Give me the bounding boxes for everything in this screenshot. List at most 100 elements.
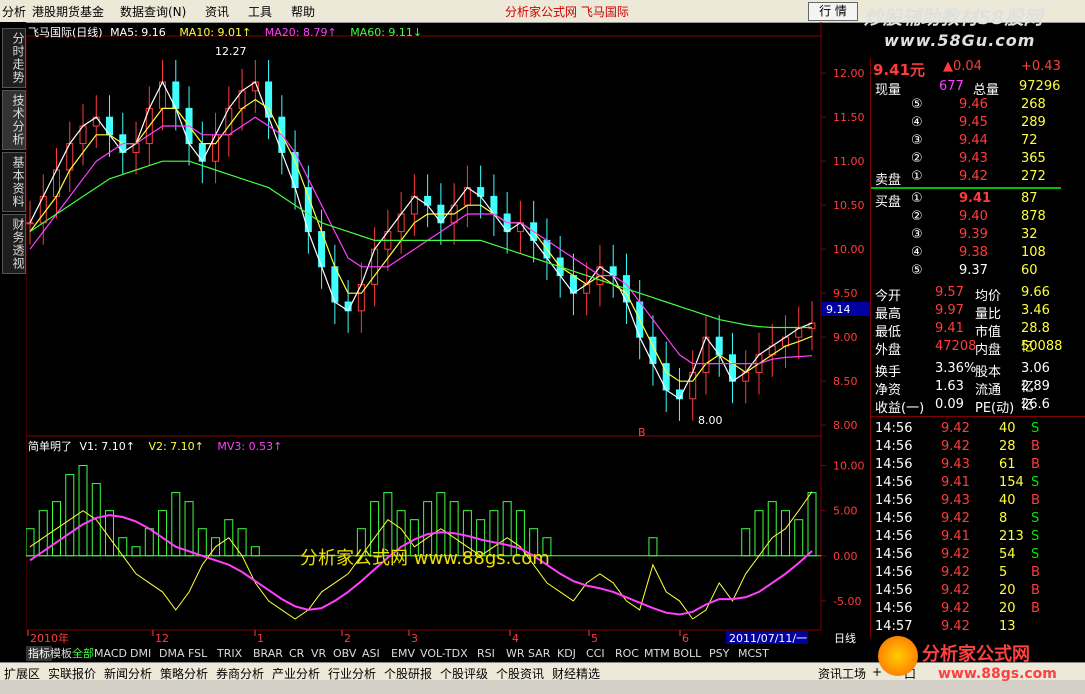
watermark-top-line2: www.58Gu.com bbox=[884, 31, 1036, 50]
indicator-tab[interactable]: CCI bbox=[584, 646, 607, 661]
indicator-tab[interactable]: WR bbox=[504, 646, 527, 661]
menu-item-analysis[interactable]: 分析 bbox=[2, 3, 26, 20]
menu-item-data-query[interactable]: 数据查询(N) bbox=[120, 3, 186, 20]
tab-financials[interactable]: 财务透视 bbox=[2, 214, 26, 274]
legend-indicator-name: 简单明了 bbox=[28, 440, 72, 453]
menu-item-hk-futures[interactable]: 港股期货基金 bbox=[32, 3, 104, 20]
indicator-tab[interactable]: BOLL bbox=[671, 646, 703, 661]
sell-vol: 72 bbox=[1021, 133, 1038, 148]
indicator-tab[interactable]: MACD bbox=[92, 646, 129, 661]
indicator-tab[interactable]: CR bbox=[287, 646, 306, 661]
sell-level: ① bbox=[911, 169, 923, 184]
quote-row: 最低 9.41 市值 28.8亿 bbox=[871, 320, 1061, 355]
stat-value: 9.66 bbox=[1021, 285, 1050, 300]
buy-vol: 108 bbox=[1021, 245, 1046, 260]
chart-area[interactable]: 8.00 8.50 9.00 9.50 10.00 10.50 11.00 11.50 12.0… bbox=[26, 22, 870, 645]
quote-row: 14:56 9.43 61 B bbox=[871, 456, 1061, 474]
stat-label: 外盘 bbox=[875, 343, 902, 358]
tick-vol: 8 bbox=[999, 511, 1008, 526]
menu-item-news[interactable]: 资讯 bbox=[205, 3, 229, 20]
v1-bar bbox=[131, 546, 141, 557]
legend-stock-name: 飞马国际(日线) bbox=[28, 26, 103, 39]
quote-row: 14:56 9.42 54 S bbox=[871, 546, 1061, 564]
v1-bar bbox=[807, 492, 817, 557]
menu-item-help[interactable]: 帮助 bbox=[291, 3, 315, 20]
v1-bar bbox=[250, 546, 260, 557]
quote-row: ③ 9.44 72 bbox=[871, 132, 1061, 150]
stat-value: 3.36% bbox=[935, 361, 977, 376]
stat-value: 3.46 bbox=[1021, 303, 1050, 318]
tick-side: S bbox=[1031, 529, 1040, 544]
indicator-tab[interactable]: DMA bbox=[157, 646, 187, 661]
stat-value: 47208 bbox=[935, 339, 977, 354]
watermark-bottom-line2: www.88gs.com bbox=[938, 666, 1057, 682]
main-legend: 飞马国际(日线) MA5: 9.16 MA10: 9.01↑ MA20: 8.7… bbox=[28, 24, 422, 40]
quote-row: 14:56 9.42 8 S bbox=[871, 510, 1061, 528]
stat-label: PE(动) bbox=[975, 401, 1015, 416]
buy-vol: 878 bbox=[1021, 209, 1046, 224]
sell-level: ④ bbox=[911, 115, 923, 130]
buy-price: 9.37 bbox=[959, 263, 988, 278]
sub-chart-watermark: 分析家公式网 www.88gs.com bbox=[300, 548, 550, 569]
indicator-tab[interactable]: MCST bbox=[736, 646, 771, 661]
left-side-tabs: 分时走势 技术分析 基本资料 财务透视 bbox=[0, 22, 26, 650]
indicator-tab[interactable]: BRAR bbox=[251, 646, 285, 661]
indicator-tab[interactable]: TRIX bbox=[215, 646, 244, 661]
tick-price: 9.41 bbox=[941, 529, 970, 544]
sell-vol: 365 bbox=[1021, 151, 1046, 166]
quote-row: 9.41元 ▲0.04 +0.43 bbox=[871, 58, 1061, 79]
indicator-tab[interactable]: OBV bbox=[331, 646, 358, 661]
buy-vol: 60 bbox=[1021, 263, 1038, 278]
tick-time: 14:56 bbox=[875, 439, 913, 454]
sell-level: ② bbox=[911, 151, 923, 166]
indicator-tab[interactable]: ASI bbox=[360, 646, 382, 661]
date-tick-label: 4 bbox=[512, 632, 519, 645]
indicator-tab[interactable]: ROC bbox=[613, 646, 641, 661]
logo-flower-icon bbox=[878, 636, 918, 676]
period-label: 日线 bbox=[834, 631, 856, 645]
tick-side: S bbox=[1031, 475, 1040, 490]
indicator-tab[interactable]: SAR bbox=[526, 646, 552, 661]
tab-intraday[interactable]: 分时走势 bbox=[2, 28, 26, 88]
window-title: 分析家公式网 飞马国际 bbox=[505, 5, 629, 19]
tick-vol: 5 bbox=[999, 565, 1008, 580]
tick-price: 9.42 bbox=[941, 619, 970, 634]
bid-ask-separator bbox=[871, 187, 1061, 189]
tick-vol: 54 bbox=[999, 547, 1016, 562]
indicator-tab[interactable]: FSL bbox=[186, 646, 209, 661]
quote-button[interactable]: 行 情 bbox=[808, 2, 858, 21]
indicator-tab[interactable]: VR bbox=[309, 646, 328, 661]
tick-time: 14:56 bbox=[875, 475, 913, 490]
quote-row: 14:56 9.41 154 S bbox=[871, 474, 1061, 492]
price-tick-label: 10.50 bbox=[833, 199, 865, 212]
indicator-tab[interactable]: DMI bbox=[128, 646, 153, 661]
indicator-tab[interactable]: RSI bbox=[475, 646, 497, 661]
tab-fundamentals[interactable]: 基本资料 bbox=[2, 152, 26, 212]
quote-row: 14:56 9.42 20 B bbox=[871, 582, 1061, 600]
buy-level: ⑤ bbox=[911, 263, 923, 278]
indicator-tab[interactable]: MTM bbox=[642, 646, 672, 661]
tick-time: 14:56 bbox=[875, 457, 913, 472]
indicator-tab[interactable]: VOL-TDX bbox=[418, 646, 470, 661]
quote-row: 最高 9.97 量比 3.46 bbox=[871, 302, 1061, 322]
quote-row: ⑤ 9.37 60 bbox=[871, 262, 1061, 280]
date-tick-label: 1 bbox=[257, 632, 264, 645]
cursor-date-label: 2011/07/11/一 bbox=[729, 632, 807, 645]
v1-bar bbox=[65, 474, 75, 557]
indicator-tick-label: 10.00 bbox=[833, 460, 865, 473]
indicator-tab[interactable]: EMV bbox=[389, 646, 417, 661]
watermark-logo-top: 炒股辅助教材58股网 www.58Gu.com bbox=[864, 3, 1085, 60]
indicator-tab[interactable]: PSY bbox=[707, 646, 731, 661]
tick-separator bbox=[871, 416, 1085, 417]
tab-technical[interactable]: 技术分析 bbox=[2, 90, 26, 150]
watermark-bottom-line1: 分析家公式网 bbox=[922, 644, 1030, 665]
indicator-tab[interactable]: KDJ bbox=[555, 646, 578, 661]
stat-value: 50088 bbox=[1021, 339, 1063, 354]
tick-vol: 154 bbox=[999, 475, 1024, 490]
sub-legend: 简单明了 V1: 7.10↑ V2: 7.10↑ MV3: 0.53↑ bbox=[28, 438, 282, 454]
sell-price: 9.43 bbox=[959, 151, 988, 166]
v1-bar bbox=[197, 528, 207, 557]
date-tick-label: 2010年 bbox=[30, 631, 69, 645]
watermark-top-line1: 炒股辅助教材58股网 bbox=[864, 7, 1043, 29]
menu-item-tools[interactable]: 工具 bbox=[248, 3, 272, 20]
